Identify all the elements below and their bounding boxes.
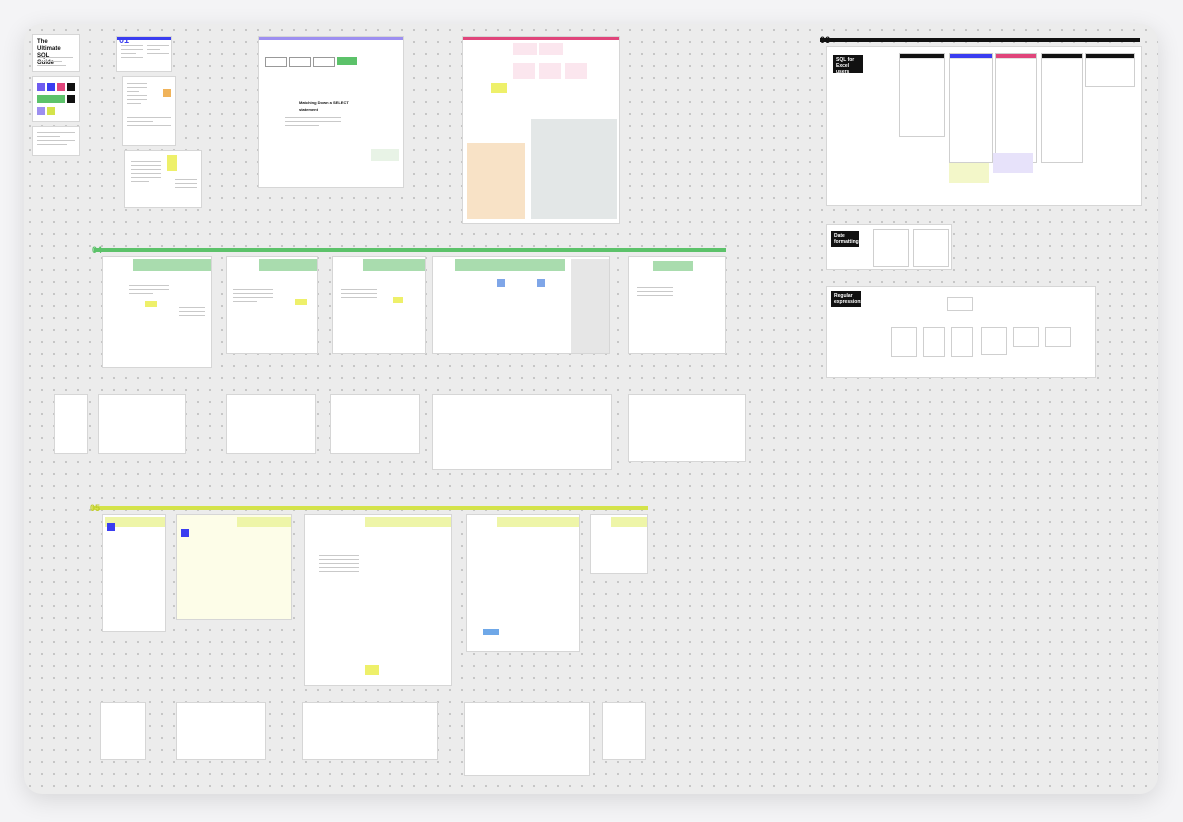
section-01-number: 01 bbox=[119, 36, 130, 45]
sql-for-excel-panel[interactable]: SQL for Excel users bbox=[826, 46, 1142, 206]
section-03-grey-panel bbox=[531, 119, 617, 219]
section-01-card-2[interactable] bbox=[122, 76, 176, 146]
bottom-card-group-2[interactable] bbox=[176, 702, 266, 760]
bottom-card-group-4[interactable] bbox=[464, 702, 590, 776]
section-05-card-4[interactable] bbox=[466, 514, 580, 652]
middle-card-group-4[interactable] bbox=[432, 394, 612, 470]
middle-card-group-5[interactable] bbox=[628, 394, 746, 462]
guide-index-card[interactable] bbox=[32, 126, 80, 156]
regex-panel[interactable]: Regular expressions bbox=[826, 286, 1096, 378]
section-05-card-1[interactable] bbox=[102, 514, 166, 632]
sql-for-excel-title: SQL for Excel users bbox=[833, 55, 863, 75]
section-04-number: 04 bbox=[92, 245, 103, 255]
section-04-card-2[interactable] bbox=[226, 256, 318, 354]
whiteboard-canvas[interactable]: The Ultimate SQL Guide 01 02 bbox=[24, 24, 1158, 794]
swatch-lime bbox=[47, 107, 55, 115]
section-04-card-3[interactable] bbox=[332, 256, 426, 354]
section-04-card-5[interactable] bbox=[628, 256, 726, 354]
swatch-purple bbox=[37, 83, 45, 91]
section-05-card-5[interactable] bbox=[590, 514, 648, 574]
section-05-card-2[interactable] bbox=[176, 514, 292, 620]
swatch-black-2 bbox=[67, 95, 75, 103]
regex-title: Regular expressions bbox=[831, 291, 863, 307]
section-06-strip bbox=[820, 38, 1140, 42]
section-06-number: 06 bbox=[820, 35, 831, 45]
guide-color-swatches[interactable] bbox=[32, 76, 80, 122]
swatch-blue bbox=[47, 83, 55, 91]
section-01-card-3[interactable] bbox=[124, 150, 202, 208]
date-formatting-title: Date formatting bbox=[831, 231, 859, 247]
section-05-strip bbox=[92, 506, 648, 510]
section-05-number: 05 bbox=[90, 503, 101, 513]
section-03-orange-panel bbox=[467, 143, 525, 219]
middle-card-group-2[interactable] bbox=[226, 394, 316, 454]
section-04-card-1[interactable] bbox=[102, 256, 212, 368]
section-05-card-3[interactable] bbox=[304, 514, 452, 686]
bottom-card-group-1[interactable] bbox=[100, 702, 146, 760]
guide-cover-card[interactable]: The Ultimate SQL Guide bbox=[32, 34, 80, 72]
middle-card-group-1[interactable] bbox=[98, 394, 186, 454]
section-03-frame[interactable]: 03 bbox=[462, 36, 620, 224]
date-formatting-panel[interactable]: Date formatting bbox=[826, 224, 952, 270]
bottom-card-group-5[interactable] bbox=[602, 702, 646, 760]
section-01-frame[interactable]: 01 bbox=[116, 36, 172, 72]
middle-card-group-3[interactable] bbox=[330, 394, 420, 454]
bottom-card-group-3[interactable] bbox=[302, 702, 438, 760]
section-02-frame[interactable]: 02 Matching Down a SELECT statement bbox=[258, 36, 404, 188]
section-04-card-4[interactable] bbox=[432, 256, 610, 354]
swatch-black bbox=[67, 83, 75, 91]
section-04-strip bbox=[94, 248, 726, 252]
middle-small-card-1[interactable] bbox=[54, 394, 88, 454]
swatch-green bbox=[37, 95, 65, 103]
swatch-purple-2 bbox=[37, 107, 45, 115]
swatch-pink bbox=[57, 83, 65, 91]
